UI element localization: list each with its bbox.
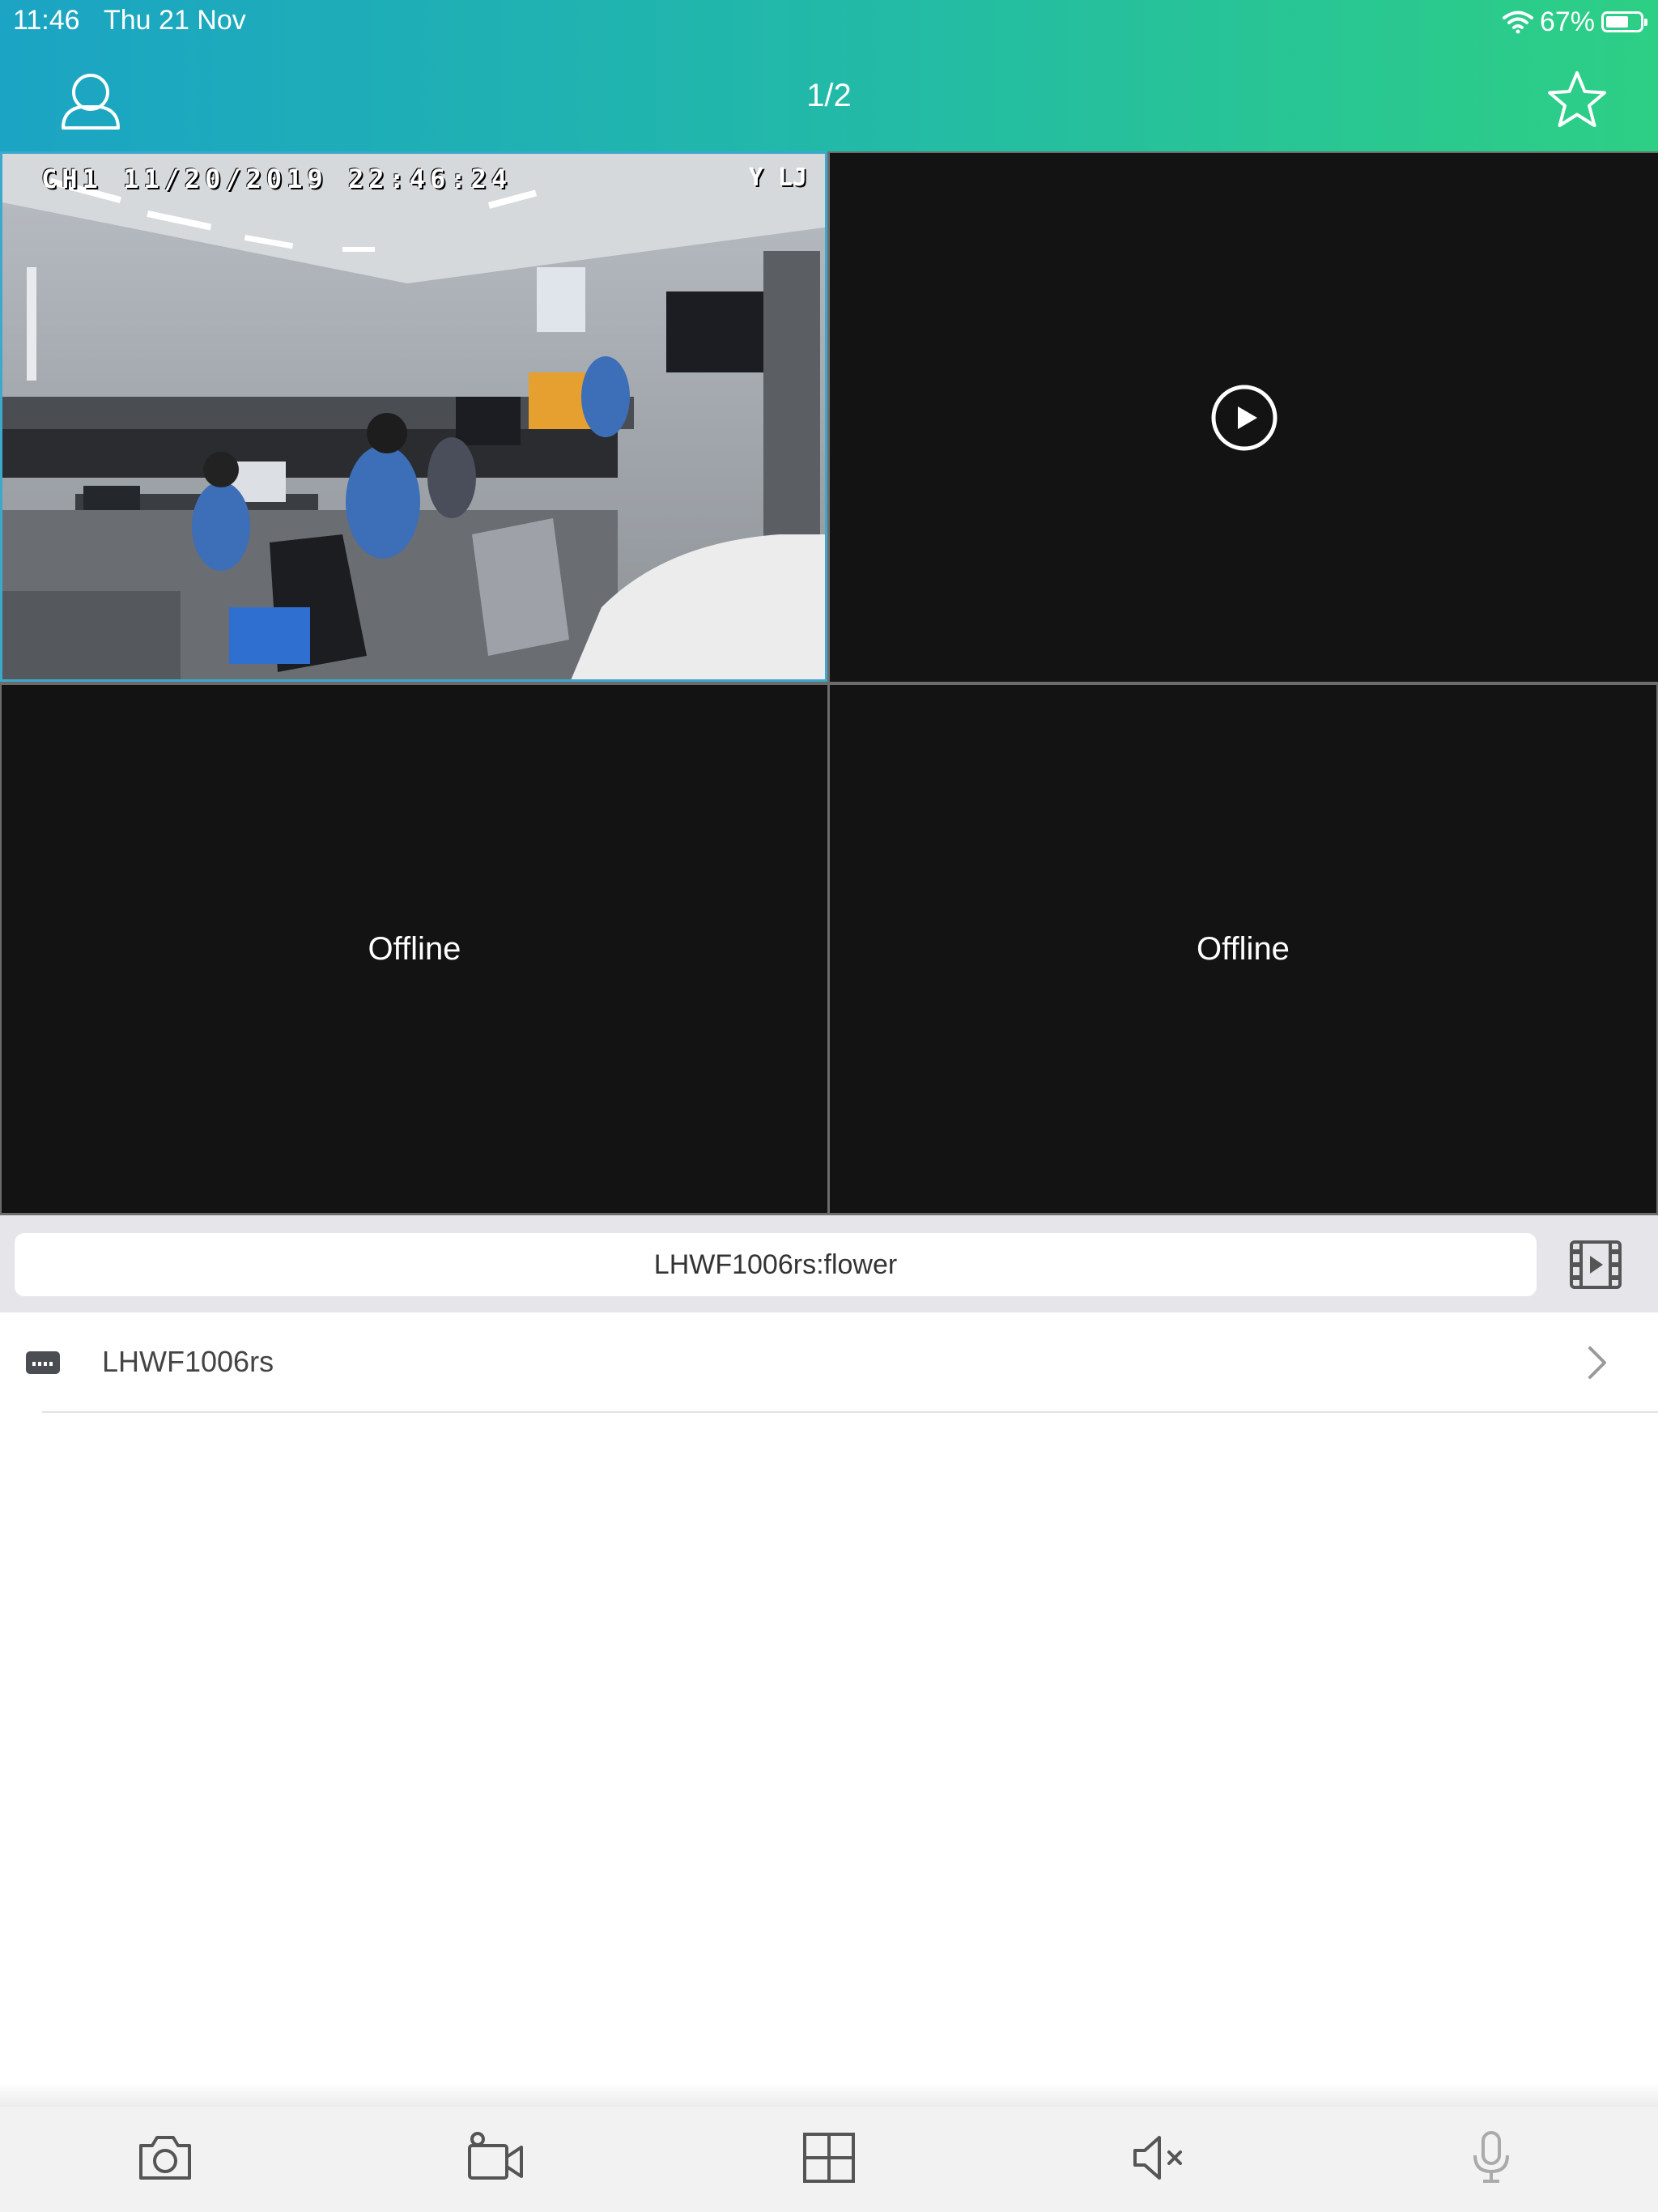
battery-icon [1601, 11, 1647, 32]
chevron-right-icon [1588, 1346, 1606, 1379]
camera-feed-image [2, 154, 825, 679]
bottom-toolbar [0, 2107, 1658, 2212]
page-indicator: 1/2 [806, 78, 852, 113]
play-circle-icon[interactable] [1210, 384, 1278, 452]
battery-percent: 67% [1539, 6, 1595, 37]
status-date: Thu 21 Nov [104, 5, 246, 36]
star-icon[interactable] [1546, 70, 1608, 131]
video-cell-offline[interactable]: Offline [2, 685, 827, 1213]
camera-icon[interactable] [136, 2131, 194, 2184]
wifi-icon [1502, 11, 1533, 34]
top-bar: 11:46 Thu 21 Nov 67% 1/2 [0, 0, 1658, 151]
speaker-muted-icon[interactable] [1130, 2131, 1188, 2184]
camera-osd-right: Y LJ [748, 164, 807, 192]
microphone-icon[interactable] [1462, 2131, 1520, 2184]
camera-osd-timestamp: CH1 11/20/2019 22:46:24 [41, 164, 512, 194]
offline-label: Offline [368, 930, 461, 967]
list-item-device[interactable]: LHWF1006rs [0, 1312, 1658, 1413]
video-cell-paused[interactable] [830, 153, 1658, 682]
video-record-icon[interactable] [466, 2131, 525, 2184]
status-time: 11:46 [13, 5, 80, 36]
film-icon[interactable] [1569, 1240, 1622, 1290]
toolbar-shadow [0, 2082, 1658, 2107]
video-cell-live[interactable]: CH1 11/20/2019 22:46:24 Y LJ [0, 151, 827, 682]
device-name: LHWF1006rs [102, 1345, 274, 1378]
offline-label: Offline [1197, 930, 1290, 967]
channel-name-field[interactable]: LHWF1006rs:flower [15, 1233, 1537, 1296]
list-divider [42, 1411, 1658, 1413]
channel-name-bar: LHWF1006rs:flower [0, 1215, 1658, 1312]
status-indicators: 67% [1502, 5, 1647, 39]
video-grid: CH1 11/20/2019 22:46:24 Y LJ Offline Off… [0, 151, 1658, 1215]
device-icon [26, 1351, 60, 1374]
video-cell-offline[interactable]: Offline [830, 685, 1656, 1213]
grid-layout-icon[interactable] [800, 2131, 858, 2184]
